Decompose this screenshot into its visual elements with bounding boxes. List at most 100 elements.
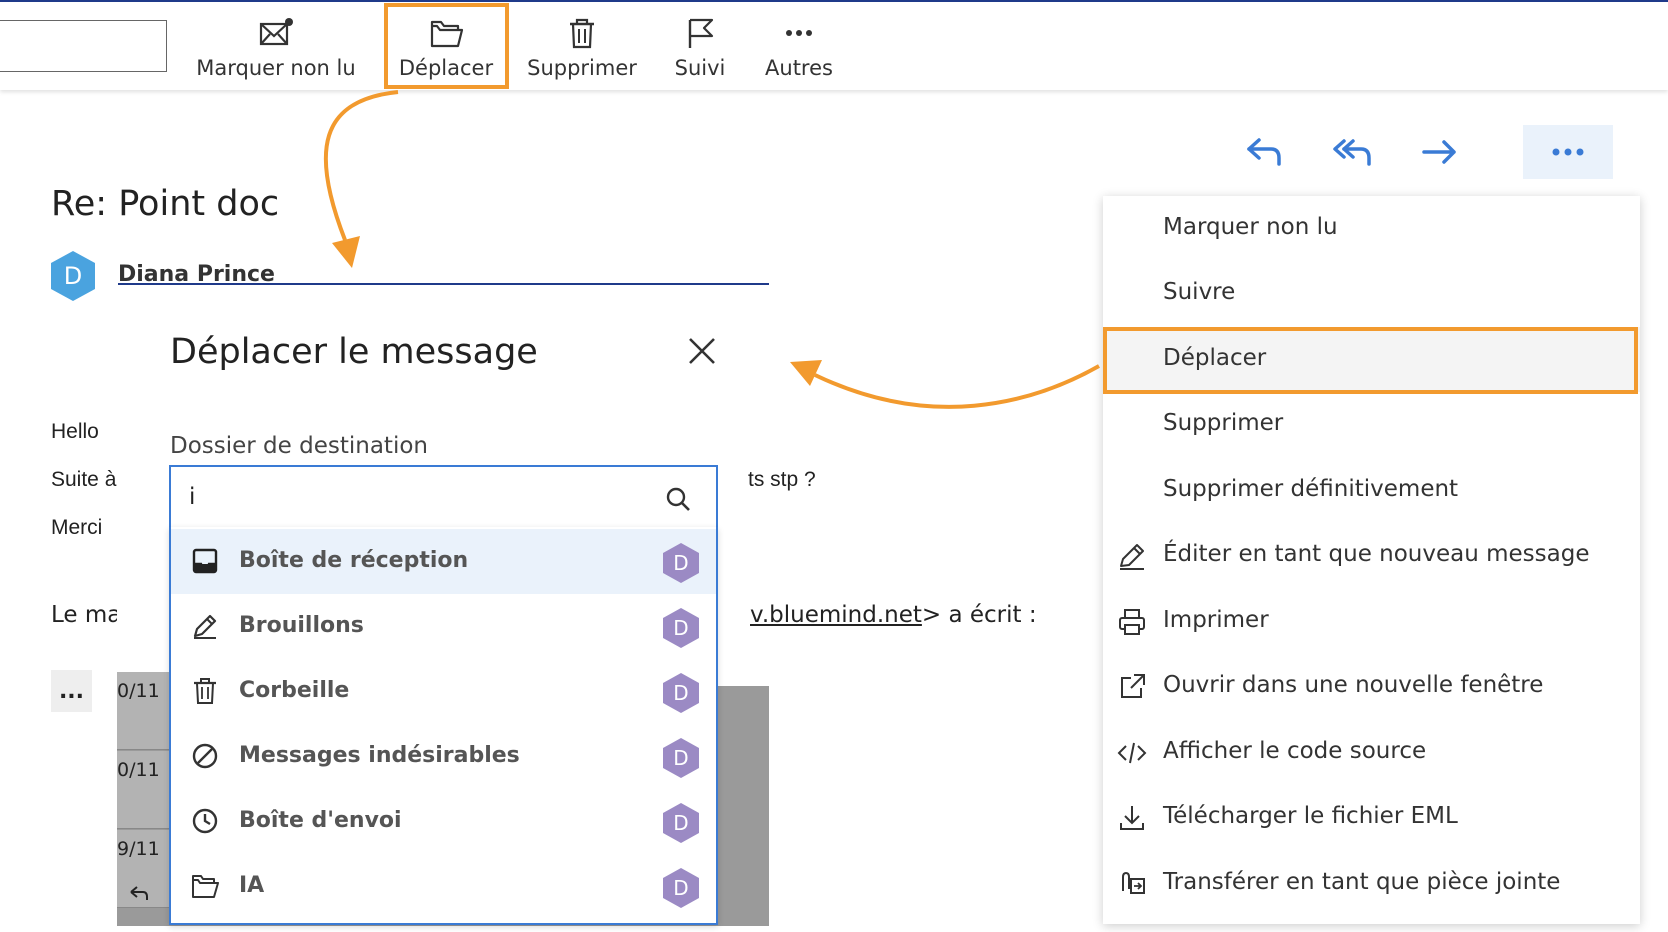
code-icon bbox=[1117, 742, 1147, 764]
reply-all-icon bbox=[1333, 139, 1371, 166]
delete-button[interactable]: Supprimer bbox=[522, 2, 642, 92]
menu-item-label: Éditer en tant que nouveau message bbox=[1163, 541, 1590, 567]
destination-folder-label: Dossier de destination bbox=[170, 433, 428, 459]
folder-option-drafts[interactable]: Brouillons D bbox=[171, 594, 716, 659]
reply-button[interactable] bbox=[1235, 128, 1295, 176]
sender-email-link[interactable]: v.bluemind.net bbox=[750, 602, 922, 628]
menu-item-label: Télécharger le fichier EML bbox=[1163, 803, 1458, 829]
menu-item-follow[interactable]: Suivre bbox=[1103, 261, 1640, 326]
block-icon bbox=[192, 743, 218, 769]
menu-item-delete[interactable]: Supprimer bbox=[1103, 392, 1640, 457]
folder-option-ia[interactable]: IA D bbox=[171, 854, 716, 919]
menu-item-label: Transférer en tant que pièce jointe bbox=[1163, 869, 1561, 895]
others-button[interactable]: Autres bbox=[754, 2, 844, 92]
more-icon bbox=[1552, 148, 1584, 156]
menu-move-highlight bbox=[1103, 327, 1638, 394]
message-subject: Re: Point doc bbox=[51, 184, 280, 224]
folder-owner-letter: D bbox=[673, 811, 688, 835]
arrow-menu-to-dialog bbox=[814, 364, 1100, 409]
sender-avatar: D bbox=[51, 251, 95, 301]
folder-owner-letter: D bbox=[673, 681, 688, 705]
body-line-merci: Merci bbox=[51, 516, 103, 539]
body-line-quote-intro: Le ma bbox=[51, 602, 117, 628]
folder-owner-avatar: D bbox=[663, 673, 699, 713]
folder-option-outbox[interactable]: Boîte d'envoi D bbox=[171, 789, 716, 854]
attachment-forward-icon bbox=[1122, 871, 1145, 894]
toolbar: Marquer non lu Déplacer Supprimer Suivi … bbox=[0, 0, 1668, 90]
body-line-hello: Hello bbox=[51, 420, 99, 443]
header-divider bbox=[118, 283, 769, 285]
arrow-head-icon bbox=[332, 236, 360, 268]
search-icon[interactable] bbox=[664, 485, 692, 513]
menu-item-label: Supprimer bbox=[1163, 410, 1284, 436]
sender-avatar-letter: D bbox=[64, 262, 82, 290]
folder-option-label: Corbeille bbox=[239, 678, 350, 703]
reply-icon bbox=[1247, 138, 1281, 166]
folder-owner-letter: D bbox=[673, 616, 688, 640]
more-actions-menu: Marquer non lu Suivre Déplacer Supprimer… bbox=[1103, 196, 1640, 924]
menu-item-open-new-window[interactable]: Ouvrir dans une nouvelle fenêtre bbox=[1103, 654, 1640, 719]
body-line-suite-tail: ts stp ? bbox=[748, 468, 816, 491]
body-line-suite: Suite à bbox=[51, 468, 117, 491]
menu-item-view-source[interactable]: Afficher le code source bbox=[1103, 720, 1640, 785]
search-input[interactable] bbox=[0, 20, 167, 72]
delete-label: Supprimer bbox=[527, 56, 637, 80]
forward-icon bbox=[1422, 140, 1456, 164]
body-quote-tail: v.bluemind.net> a écrit : bbox=[750, 602, 1037, 628]
menu-item-download-eml[interactable]: Télécharger le fichier EML bbox=[1103, 785, 1640, 850]
trash-icon bbox=[194, 678, 216, 704]
trash-icon bbox=[570, 18, 594, 49]
menu-item-label: Suivre bbox=[1163, 279, 1236, 305]
folder-owner-letter: D bbox=[673, 746, 688, 770]
show-quoted-button[interactable]: ... bbox=[51, 670, 92, 712]
thread-date-2: 0/11 bbox=[117, 751, 169, 829]
folder-owner-avatar: D bbox=[663, 803, 699, 843]
mark-unread-button[interactable]: Marquer non lu bbox=[196, 2, 356, 92]
more-icon bbox=[786, 30, 812, 36]
folder-option-label: Brouillons bbox=[239, 613, 364, 638]
arrow-toolbar-to-dialog bbox=[323, 90, 399, 241]
quote-tail-text: > a écrit : bbox=[921, 602, 1037, 628]
menu-item-edit-as-new[interactable]: Éditer en tant que nouveau message bbox=[1103, 523, 1640, 588]
menu-item-print[interactable]: Imprimer bbox=[1103, 589, 1640, 654]
follow-label: Suivi bbox=[674, 56, 726, 80]
thread-date-1: 0/11 bbox=[117, 672, 169, 750]
mark-unread-label: Marquer non lu bbox=[196, 56, 356, 80]
menu-item-forward-as-attachment[interactable]: Transférer en tant que pièce jointe bbox=[1103, 851, 1640, 916]
folder-option-label: Messages indésirables bbox=[239, 743, 520, 768]
menu-item-mark-unread[interactable]: Marquer non lu bbox=[1103, 196, 1640, 261]
external-link-icon bbox=[1121, 674, 1145, 698]
folder-option-label: Boîte de réception bbox=[239, 548, 469, 573]
menu-item-label: Imprimer bbox=[1163, 607, 1269, 633]
printer-icon bbox=[1119, 609, 1145, 635]
clock-icon bbox=[192, 808, 218, 834]
folder-search-input[interactable]: i bbox=[169, 465, 718, 529]
menu-item-delete-permanently[interactable]: Supprimer définitivement bbox=[1103, 458, 1640, 523]
folder-owner-letter: D bbox=[673, 551, 688, 575]
forward-button[interactable] bbox=[1410, 128, 1470, 176]
folder-icon bbox=[192, 875, 219, 898]
follow-button[interactable]: Suivi bbox=[660, 2, 740, 92]
folder-suggestion-list: Boîte de réception D Brouillons D Corbei… bbox=[169, 527, 718, 925]
folder-owner-avatar: D bbox=[663, 868, 699, 908]
close-icon[interactable] bbox=[685, 334, 719, 368]
folder-option-trash[interactable]: Corbeille D bbox=[171, 659, 716, 724]
download-icon bbox=[1120, 806, 1144, 830]
move-dialog-title: Déplacer le message bbox=[170, 332, 538, 372]
menu-item-label: Ouvrir dans une nouvelle fenêtre bbox=[1163, 672, 1544, 698]
flag-icon bbox=[688, 18, 714, 48]
menu-item-label: Afficher le code source bbox=[1163, 738, 1427, 764]
others-label: Autres bbox=[765, 56, 833, 80]
folder-option-inbox[interactable]: Boîte de réception D bbox=[171, 529, 716, 594]
folder-search-value: i bbox=[189, 484, 196, 510]
folder-owner-letter: D bbox=[673, 876, 688, 900]
pencil-icon bbox=[193, 614, 217, 639]
pencil-icon bbox=[1120, 544, 1144, 570]
folder-owner-avatar: D bbox=[663, 543, 699, 583]
more-actions-button[interactable] bbox=[1523, 125, 1613, 179]
reply-all-button[interactable] bbox=[1323, 128, 1383, 176]
folder-option-junk[interactable]: Messages indésirables D bbox=[171, 724, 716, 789]
reply-icon bbox=[130, 886, 148, 900]
folder-owner-avatar: D bbox=[663, 738, 699, 778]
move-button-highlight bbox=[384, 3, 509, 89]
